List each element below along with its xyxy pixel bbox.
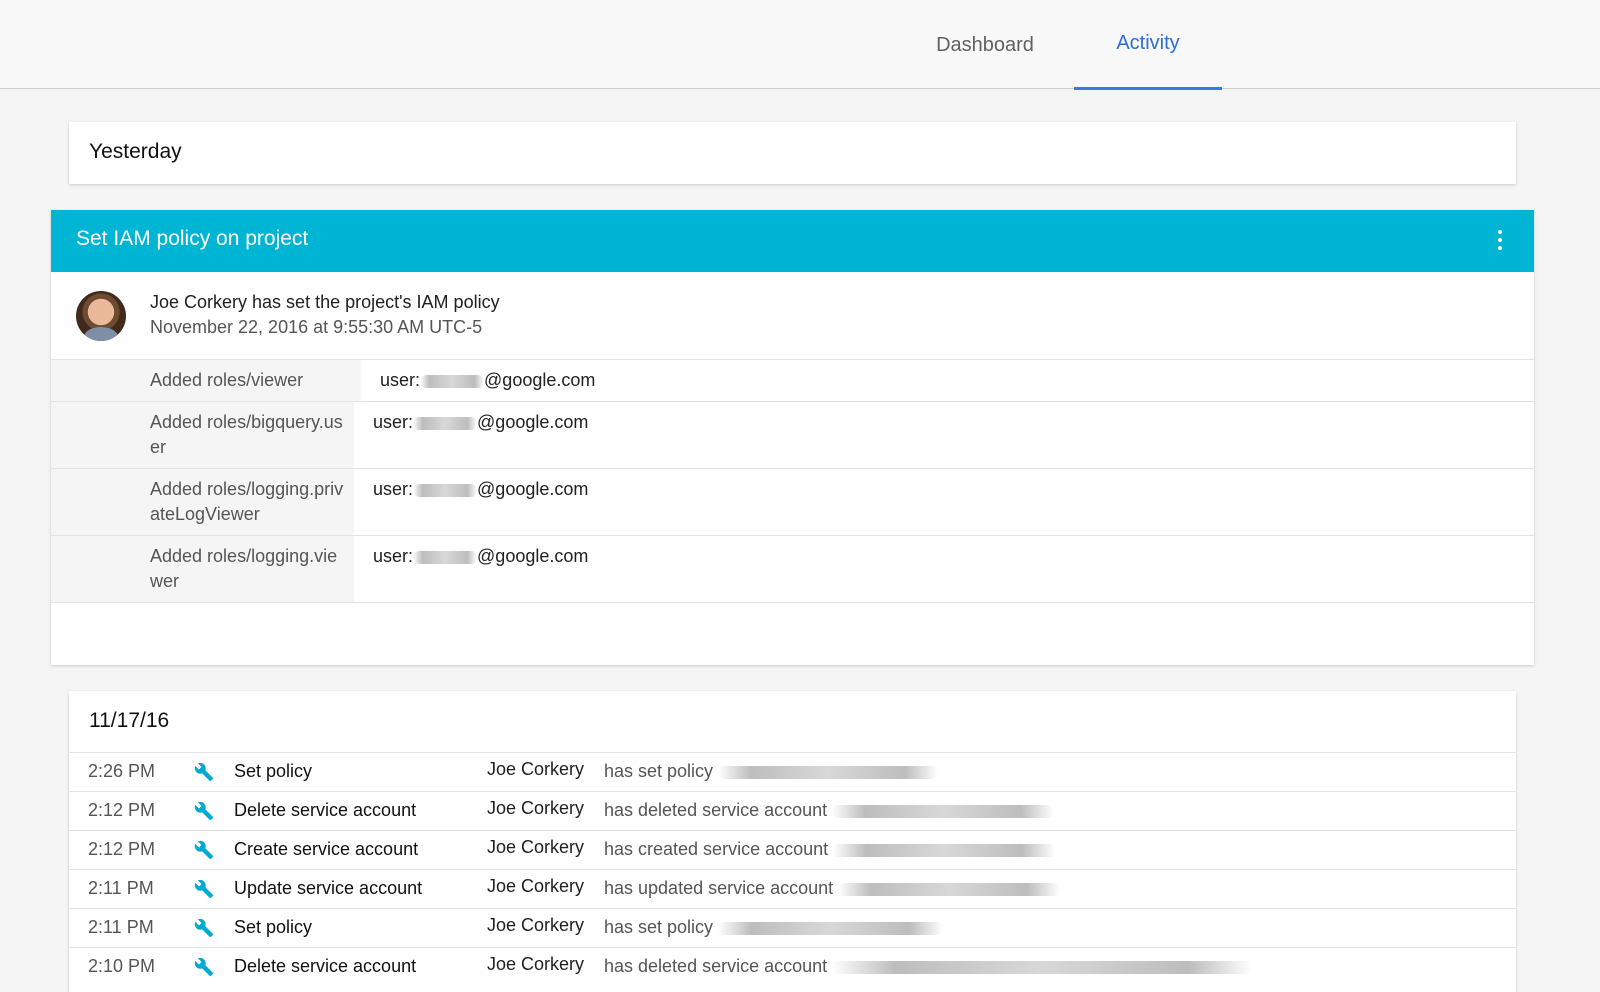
activity-time: 2:12 PM bbox=[88, 839, 156, 859]
list-date-header: 11/17/16 bbox=[89, 709, 170, 732]
wrench-icon bbox=[194, 840, 214, 860]
activity-action: Update service account bbox=[234, 878, 423, 898]
redacted-email bbox=[413, 416, 478, 430]
activity-detail: has deleted service account bbox=[604, 956, 1253, 977]
activity-action: Delete service account bbox=[234, 800, 417, 820]
role-member: user: @google.com bbox=[354, 536, 588, 602]
activity-time: 2:11 PM bbox=[88, 878, 154, 898]
role-binding-row: Added roles/viewer user: @google.com bbox=[51, 359, 1534, 401]
role-binding-row: Added roles/bigquery.user user: @google.c… bbox=[51, 401, 1534, 468]
role-name: Added roles/bigquery.user bbox=[51, 402, 354, 468]
activity-actor: Joe Corkery bbox=[487, 798, 585, 818]
activity-detail-text: has set policy bbox=[604, 761, 714, 781]
member-prefix: user: bbox=[373, 412, 414, 432]
activity-detail: has deleted service account bbox=[604, 800, 1055, 821]
activity-actor: Joe Corkery bbox=[487, 837, 585, 857]
member-prefix: user: bbox=[373, 479, 414, 499]
iam-summary: Joe Corkery has set the project's IAM po… bbox=[150, 292, 500, 312]
activity-detail: has set policy bbox=[604, 917, 944, 938]
redacted-id bbox=[833, 843, 1056, 857]
activity-detail-text: has updated service account bbox=[604, 878, 834, 898]
tab-activity[interactable]: Activity bbox=[1074, 0, 1222, 90]
redacted-email bbox=[413, 483, 478, 497]
activity-detail: has set policy bbox=[604, 761, 939, 782]
role-member: user: @google.com bbox=[354, 469, 588, 535]
activity-action: Delete service account bbox=[234, 956, 417, 976]
activity-time: 2:12 PM bbox=[88, 800, 156, 820]
yesterday-label: Yesterday bbox=[89, 140, 182, 163]
activity-list: 2:26 PM Set policy Joe Corkery has set p… bbox=[69, 752, 1516, 986]
role-name: Added roles/logging.privateLogViewer bbox=[51, 469, 354, 535]
activity-detail-text: has deleted service account bbox=[604, 956, 828, 976]
activity-action: Create service account bbox=[234, 839, 419, 859]
list-item[interactable]: 2:12 PM Delete service account Joe Corke… bbox=[69, 791, 1516, 830]
more-vert-icon[interactable] bbox=[1494, 230, 1506, 254]
list-item[interactable]: 2:12 PM Create service account Joe Corke… bbox=[69, 830, 1516, 869]
role-binding-row: Added roles/logging.viewer user: @google.… bbox=[51, 535, 1534, 603]
iam-card-title: Set IAM policy on project bbox=[76, 227, 309, 250]
member-domain: @google.com bbox=[477, 479, 589, 499]
redacted-id bbox=[832, 804, 1055, 818]
activity-action: Set policy bbox=[234, 917, 313, 937]
iam-timestamp: November 22, 2016 at 9:55:30 AM UTC-5 bbox=[150, 317, 483, 337]
wrench-icon bbox=[194, 801, 214, 821]
activity-time: 2:10 PM bbox=[88, 956, 156, 976]
redacted-id bbox=[832, 960, 1253, 974]
activity-actor: Joe Corkery bbox=[487, 915, 585, 935]
role-binding-row: Added roles/logging.privateLogViewer use… bbox=[51, 468, 1534, 535]
activity-action: Set policy bbox=[234, 761, 313, 781]
redacted-id bbox=[718, 765, 939, 779]
activity-list-card: 11/17/16 2:26 PM Set policy Joe Corkery … bbox=[69, 691, 1516, 992]
member-domain: @google.com bbox=[484, 370, 596, 390]
redacted-id bbox=[718, 921, 944, 935]
iam-policy-card: Set IAM policy on project Joe Corkery ha… bbox=[51, 210, 1534, 665]
avatar bbox=[76, 291, 126, 341]
role-name: Added roles/viewer bbox=[51, 360, 361, 401]
redacted-email bbox=[413, 550, 478, 564]
role-member: user: @google.com bbox=[354, 402, 588, 468]
activity-detail-text: has deleted service account bbox=[604, 800, 828, 820]
tab-dashboard[interactable]: Dashboard bbox=[905, 0, 1065, 90]
role-member: user: @google.com bbox=[361, 360, 595, 401]
member-prefix: user: bbox=[380, 370, 421, 390]
redacted-id bbox=[838, 882, 1061, 896]
wrench-icon bbox=[194, 762, 214, 782]
member-domain: @google.com bbox=[477, 412, 589, 432]
yesterday-card: Yesterday bbox=[69, 122, 1516, 184]
redacted-email bbox=[420, 374, 485, 388]
iam-card-header: Set IAM policy on project bbox=[51, 210, 1534, 272]
list-item[interactable]: 2:10 PM Delete service account Joe Corke… bbox=[69, 947, 1516, 986]
list-item[interactable]: 2:11 PM Set policy Joe Corkery has set p… bbox=[69, 908, 1516, 947]
wrench-icon bbox=[194, 918, 214, 938]
top-nav: Dashboard Activity bbox=[0, 0, 1600, 90]
activity-detail: has updated service account bbox=[604, 878, 1061, 899]
activity-detail: has created service account bbox=[604, 839, 1056, 860]
member-prefix: user: bbox=[373, 546, 414, 566]
activity-time: 2:11 PM bbox=[88, 917, 154, 937]
list-item[interactable]: 2:11 PM Update service account Joe Corke… bbox=[69, 869, 1516, 908]
role-bindings-table: Added roles/viewer user: @google.com Adde… bbox=[51, 359, 1534, 603]
activity-detail-text: has created service account bbox=[604, 839, 829, 859]
wrench-icon bbox=[194, 957, 214, 977]
activity-actor: Joe Corkery bbox=[487, 954, 585, 974]
role-name: Added roles/logging.viewer bbox=[51, 536, 354, 602]
list-item[interactable]: 2:26 PM Set policy Joe Corkery has set p… bbox=[69, 752, 1516, 791]
member-domain: @google.com bbox=[477, 546, 589, 566]
activity-time: 2:26 PM bbox=[88, 761, 156, 781]
activity-actor: Joe Corkery bbox=[487, 759, 585, 779]
wrench-icon bbox=[194, 879, 214, 899]
activity-actor: Joe Corkery bbox=[487, 876, 585, 896]
activity-detail-text: has set policy bbox=[604, 917, 714, 937]
